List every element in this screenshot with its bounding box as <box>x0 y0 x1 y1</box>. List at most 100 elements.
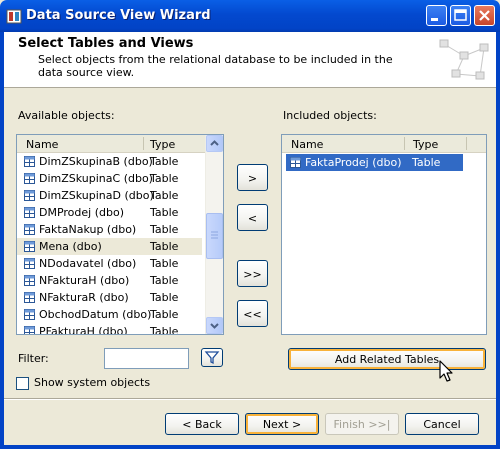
available-row[interactable]: DimZSkupinaB (dbo) Table <box>17 153 202 170</box>
add-related-tables-label: Add Related Tables <box>334 353 440 366</box>
grip-icon <box>211 231 218 239</box>
add-button[interactable]: > <box>237 164 268 191</box>
table-icon <box>290 157 301 168</box>
next-button[interactable]: Next > <box>245 413 319 435</box>
chevron-down-icon <box>210 323 219 329</box>
filter-button[interactable] <box>201 348 223 367</box>
available-row-name: ObchodDatum (dbo) <box>39 308 152 321</box>
available-row-name: FaktaNakup (dbo) <box>39 223 137 236</box>
add-button-label: > <box>247 172 258 185</box>
footer-divider <box>4 398 496 400</box>
available-row[interactable]: DMProdej (dbo) Table <box>17 204 202 221</box>
available-row-type: Table <box>150 206 179 219</box>
included-row-name: FaktaProdej (dbo) <box>305 156 402 169</box>
scroll-thumb[interactable] <box>206 213 223 259</box>
available-row-type: Table <box>150 172 179 185</box>
cancel-button[interactable]: Cancel <box>405 413 479 435</box>
table-icon <box>24 156 35 167</box>
included-objects-label: Included objects: <box>283 109 377 122</box>
available-row-type: Table <box>150 223 179 236</box>
page-description: Select objects from the relational datab… <box>38 53 393 79</box>
column-name[interactable]: Name <box>26 138 58 151</box>
column-divider[interactable] <box>404 137 405 150</box>
table-icon <box>24 241 35 252</box>
available-row-name: DimZSkupinaD (dbo) <box>39 189 154 202</box>
vertical-scrollbar[interactable] <box>205 135 223 334</box>
finish-button[interactable]: Finish >>| <box>325 413 399 435</box>
app-icon <box>6 9 22 24</box>
available-row-type: Table <box>150 189 179 202</box>
column-divider[interactable] <box>143 137 144 150</box>
available-row-name: DMProdej (dbo) <box>39 206 124 219</box>
table-icon <box>24 309 35 320</box>
table-icon <box>24 190 35 201</box>
available-row[interactable]: Mena (dbo) Table <box>17 238 202 255</box>
add-related-tables-button[interactable]: Add Related Tables <box>288 348 486 370</box>
column-type[interactable]: Type <box>150 138 175 151</box>
remove-all-button[interactable]: << <box>237 300 268 327</box>
available-row-name: NFakturaR (dbo) <box>39 291 129 304</box>
included-row[interactable]: FaktaProdej (dbo) Table <box>286 154 463 171</box>
available-row-name: NFakturaH (dbo) <box>39 274 130 287</box>
mouse-pointer-icon <box>439 360 453 382</box>
title-bar: Data Source View Wizard <box>0 0 500 32</box>
available-column-header: Name Type <box>17 135 223 153</box>
available-row-type: Table <box>150 240 179 253</box>
table-icon <box>24 207 35 218</box>
column-divider[interactable] <box>466 137 467 150</box>
column-type[interactable]: Type <box>413 138 438 151</box>
included-column-header: Name Type <box>282 135 486 153</box>
minimize-button[interactable] <box>426 5 447 26</box>
back-button-label: < Back <box>182 418 222 431</box>
available-row-name: NDodavatel (dbo) <box>39 257 137 270</box>
table-icon <box>24 292 35 303</box>
remove-button[interactable]: < <box>237 204 268 231</box>
available-row-type: Table <box>150 257 179 270</box>
available-objects-label: Available objects: <box>18 109 115 122</box>
maximize-icon <box>454 9 467 21</box>
available-row-name: DimZSkupinaC (dbo) <box>39 172 153 185</box>
included-objects-list[interactable]: Name Type FaktaProdej (dbo) Table <box>281 134 487 335</box>
table-icon <box>24 326 35 334</box>
available-row-type: Table <box>150 325 179 335</box>
scroll-up-button[interactable] <box>206 135 223 152</box>
finish-button-label: Finish >>| <box>333 418 391 431</box>
available-row[interactable]: DimZSkupinaC (dbo) Table <box>17 170 202 187</box>
available-row[interactable]: PFakturaH (dbo) Table <box>17 323 202 335</box>
available-row[interactable]: ObchodDatum (dbo) Table <box>17 306 202 323</box>
next-button-label: Next > <box>262 418 302 431</box>
filter-input[interactable] <box>104 348 189 369</box>
table-icon <box>24 275 35 286</box>
available-row[interactable]: NFakturaH (dbo) Table <box>17 272 202 289</box>
wizard-header: Select Tables and Views Select objects f… <box>4 32 496 88</box>
available-row-type: Table <box>150 308 179 321</box>
scroll-down-button[interactable] <box>206 317 223 334</box>
available-row-type: Table <box>150 291 179 304</box>
available-row[interactable]: FaktaNakup (dbo) Table <box>17 221 202 238</box>
add-all-button-label: >> <box>243 268 262 281</box>
show-system-objects-checkbox[interactable] <box>16 377 29 390</box>
available-row-type: Table <box>150 155 179 168</box>
available-row[interactable]: NDodavatel (dbo) Table <box>17 255 202 272</box>
maximize-button[interactable] <box>450 5 471 26</box>
available-objects-list[interactable]: Name Type DimZSkupinaB (dbo) Table DimZSku… <box>16 134 224 335</box>
available-row-name: PFakturaH (dbo) <box>39 325 128 335</box>
available-row-name: Mena (dbo) <box>39 240 102 253</box>
filter-label: Filter: <box>18 352 49 365</box>
back-button[interactable]: < Back <box>165 413 239 435</box>
chevron-up-icon <box>210 140 219 146</box>
funnel-icon <box>204 351 220 365</box>
minimize-icon <box>431 18 438 21</box>
add-all-button[interactable]: >> <box>237 260 268 287</box>
available-row[interactable]: NFakturaR (dbo) Table <box>17 289 202 306</box>
close-icon <box>479 10 490 21</box>
available-row[interactable]: DimZSkupinaD (dbo) Table <box>17 187 202 204</box>
available-row-type: Table <box>150 274 179 287</box>
cancel-button-label: Cancel <box>423 418 461 431</box>
table-icon <box>24 173 35 184</box>
column-name[interactable]: Name <box>291 138 323 151</box>
close-button[interactable] <box>474 5 495 26</box>
table-icon <box>24 224 35 235</box>
window-title: Data Source View Wizard <box>26 8 211 23</box>
available-row-name: DimZSkupinaB (dbo) <box>39 155 153 168</box>
